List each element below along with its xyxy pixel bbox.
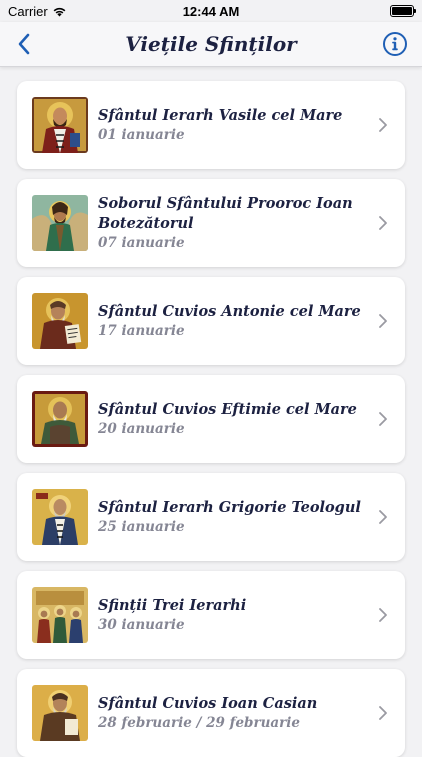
saint-text: Sfântul Cuvios Antonie cel Mare 17 ianua… — [98, 277, 365, 365]
saint-gregory-icon — [32, 489, 88, 545]
saint-name: Sfântul Cuvios Antonie cel Mare — [98, 302, 361, 320]
status-bar: Carrier 12:44 AM — [0, 0, 422, 22]
saint-date: 01 ianuarie — [98, 126, 185, 143]
saint-text: Sfinții Trei Ierarhi 30 ianuarie — [98, 571, 365, 659]
saint-card[interactable]: Sfântul Cuvios Ioan Casian 28 februarie … — [17, 669, 405, 757]
saint-card[interactable]: Sfântul Ierarh Grigorie Teologul 25 ianu… — [17, 473, 405, 561]
saint-date: 28 februarie / 29 februarie — [98, 714, 300, 731]
chevron-right-icon — [379, 412, 387, 426]
saint-card[interactable]: Sfinții Trei Ierarhi 30 ianuarie — [17, 571, 405, 659]
saint-text: Sfântul Cuvios Ioan Casian 28 februarie … — [98, 669, 365, 757]
saint-euthymius-icon — [32, 391, 88, 447]
saint-name: Soborul Sfântului Prooroc Ioan Botezător… — [98, 194, 353, 232]
chevron-right-icon — [379, 216, 387, 230]
info-icon — [383, 32, 407, 56]
carrier-label: Carrier — [8, 3, 48, 19]
status-left: Carrier — [8, 4, 67, 19]
saint-date: 07 ianuarie — [98, 234, 185, 251]
chevron-right-icon — [379, 608, 387, 622]
saint-card[interactable]: Soborul Sfântului Prooroc Ioan Botezător… — [17, 179, 405, 267]
chevron-right-icon — [379, 118, 387, 132]
saint-date: 30 ianuarie — [98, 616, 185, 633]
saint-text: Sfântul Ierarh Grigorie Teologul 25 ianu… — [98, 473, 365, 561]
saint-date: 25 ianuarie — [98, 518, 185, 535]
battery-icon — [390, 5, 416, 17]
saint-john-baptist-icon — [32, 195, 88, 251]
saint-name: Sfântul Ierarh Grigorie Teologul — [98, 498, 361, 516]
saint-john-cassian-icon — [32, 685, 88, 741]
wifi-icon — [53, 7, 66, 16]
saint-anthony-icon — [32, 293, 88, 349]
saint-card[interactable]: Sfântul Cuvios Eftimie cel Mare 20 ianua… — [17, 375, 405, 463]
chevron-right-icon — [379, 314, 387, 328]
back-button[interactable] — [10, 30, 38, 58]
saint-text: Sfântul Ierarh Vasile cel Mare 01 ianuar… — [98, 81, 365, 169]
saint-text: Sfântul Cuvios Eftimie cel Mare 20 ianua… — [98, 375, 365, 463]
saint-name: Sfântul Ierarh Vasile cel Mare — [98, 106, 343, 124]
saint-card[interactable]: Sfântul Ierarh Vasile cel Mare 01 ianuar… — [17, 81, 405, 169]
saint-name: Sfântul Cuvios Ioan Casian — [98, 694, 318, 712]
saint-card[interactable]: Sfântul Cuvios Antonie cel Mare 17 ianua… — [17, 277, 405, 365]
saint-name: Sfântul Cuvios Eftimie cel Mare — [98, 400, 357, 418]
chevron-right-icon — [379, 706, 387, 720]
saint-name: Sfinții Trei Ierarhi — [98, 596, 247, 614]
three-hierarchs-icon — [32, 587, 88, 643]
chevron-right-icon — [379, 510, 387, 524]
saint-basil-icon — [32, 97, 88, 153]
saint-text: Soborul Sfântului Prooroc Ioan Botezător… — [98, 179, 365, 267]
navigation-bar: Viețile Sfinților — [0, 22, 422, 67]
info-button[interactable] — [382, 31, 408, 57]
page-title: Viețile Sfinților — [125, 32, 297, 56]
saint-date: 20 ianuarie — [98, 420, 185, 437]
saint-date: 17 ianuarie — [98, 322, 185, 339]
chevron-left-icon — [18, 33, 30, 55]
